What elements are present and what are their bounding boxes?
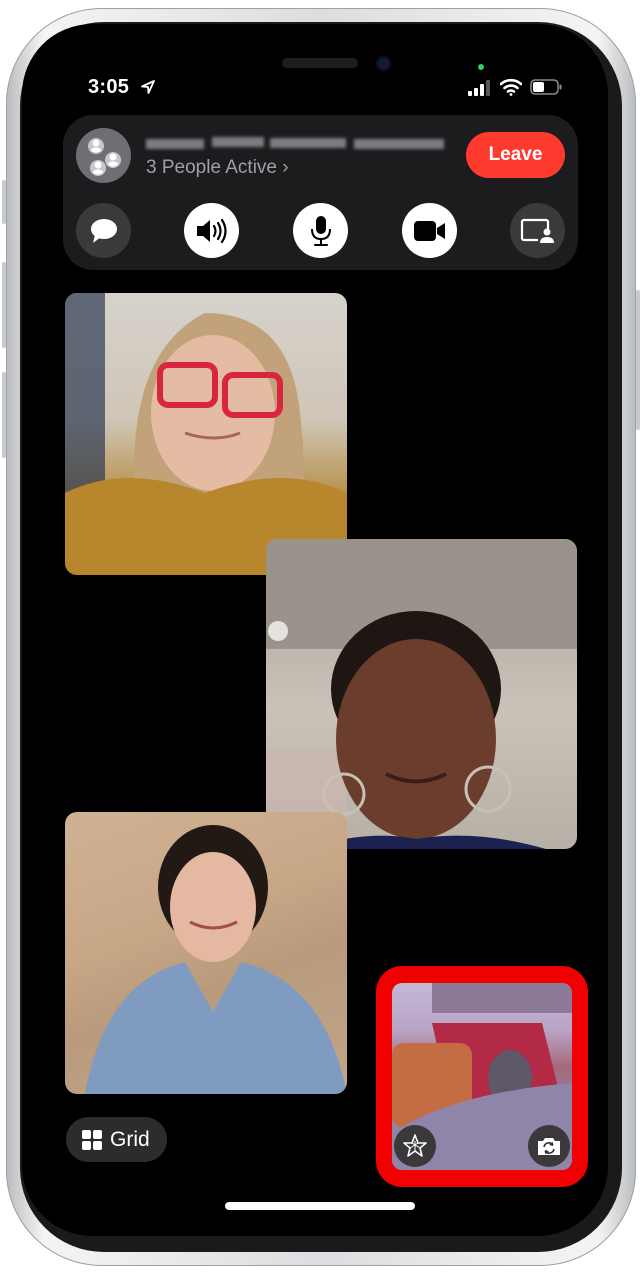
camera-flip-icon — [538, 1138, 560, 1155]
participant-tile-2[interactable] — [266, 539, 577, 849]
shareplay-button[interactable] — [510, 203, 565, 258]
mute-switch — [2, 180, 6, 224]
grid-button[interactable]: Grid — [66, 1117, 167, 1162]
flip-camera-button[interactable] — [528, 1125, 570, 1167]
grid-label: Grid — [110, 1127, 150, 1151]
volume-down-button — [2, 372, 6, 458]
group-avatar[interactable] — [76, 128, 131, 183]
battery-icon — [530, 79, 562, 95]
participant-2-video — [266, 539, 577, 849]
location-arrow-icon — [141, 80, 155, 94]
self-view-tile[interactable] — [392, 983, 572, 1170]
participant-3-video — [85, 825, 347, 1094]
message-bubble-icon — [90, 218, 117, 243]
people-active-link[interactable]: 3 People Active › — [146, 157, 289, 179]
people-active-count: 3 People Active — [146, 157, 277, 178]
microphone-button[interactable] — [293, 203, 348, 258]
participant-tile-1[interactable] — [65, 293, 347, 575]
group-people-icon — [88, 138, 121, 176]
grid-icon — [82, 1129, 102, 1150]
screen-share-person-icon — [520, 218, 556, 245]
participant-tile-3[interactable] — [65, 812, 347, 1094]
video-camera-icon — [413, 220, 445, 241]
earpiece-speaker — [282, 58, 358, 68]
call-title-redacted — [146, 131, 446, 157]
camera-button[interactable] — [402, 203, 457, 258]
camera-in-use-indicator — [478, 64, 484, 70]
messages-button[interactable] — [76, 203, 131, 258]
speaker-wave-icon — [196, 218, 227, 243]
microphone-icon — [310, 215, 331, 246]
effects-button[interactable] — [394, 1125, 436, 1167]
participant-1-video — [65, 293, 347, 575]
wifi-icon — [500, 78, 522, 96]
leave-button[interactable]: Leave — [466, 132, 565, 178]
chevron-right-icon: › — [282, 157, 289, 178]
speaker-button[interactable] — [184, 203, 239, 258]
volume-up-button — [2, 262, 6, 348]
front-camera — [378, 58, 389, 69]
side-button — [636, 290, 640, 430]
cellular-signal-icon — [468, 80, 490, 96]
home-indicator[interactable] — [225, 1202, 415, 1210]
effects-star-icon — [403, 1134, 427, 1157]
status-time: 3:05 — [88, 76, 130, 98]
